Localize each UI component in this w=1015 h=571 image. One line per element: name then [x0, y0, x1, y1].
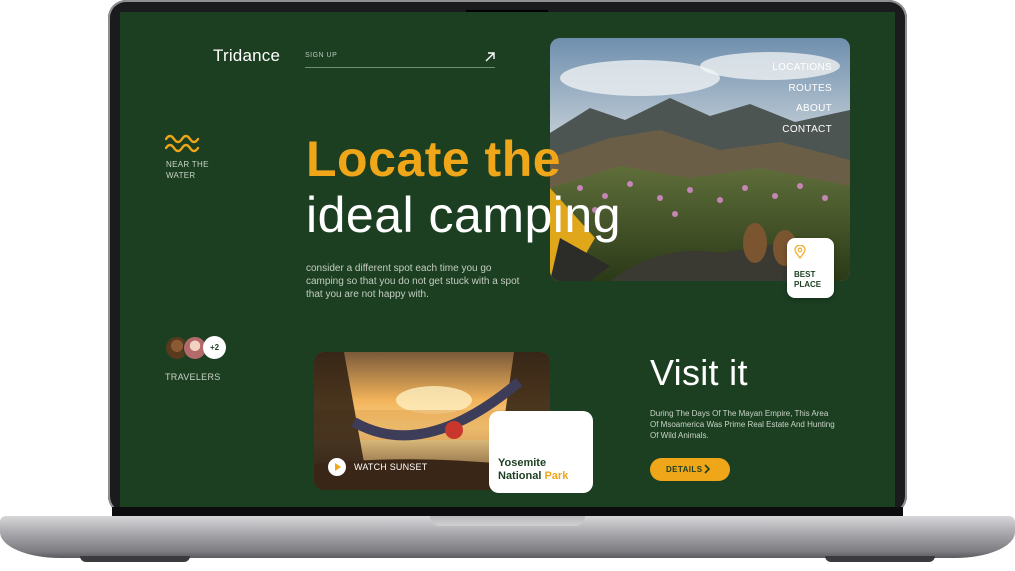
laptop-foot-right — [825, 556, 935, 562]
traveler-avatars[interactable]: +2 — [165, 336, 245, 360]
location-pin-icon — [794, 245, 806, 259]
nav-item-routes[interactable]: ROUTES — [772, 79, 832, 100]
best-place-label: BEST PLACE — [794, 270, 822, 289]
visit-title: Visit it — [650, 352, 748, 393]
signup-link[interactable]: SIGN UP — [305, 52, 337, 59]
waves-icon — [165, 134, 200, 153]
location-line-2: National — [498, 470, 545, 482]
arrow-up-right-icon[interactable] — [484, 51, 496, 63]
chevron-right-icon — [704, 464, 711, 474]
details-button-label: DETAILS — [666, 465, 703, 474]
location-name: Yosemite National Park — [498, 457, 590, 483]
location-line-2-accent: Park — [544, 470, 569, 482]
location-line-1: Yosemite — [498, 457, 547, 469]
headline-line-1: Locate the — [306, 131, 562, 187]
details-button[interactable]: DETAILS — [650, 458, 730, 481]
laptop-groove — [430, 516, 585, 526]
signup-underline — [305, 67, 495, 68]
travelers-label: TRAVELERS — [165, 372, 221, 382]
nav-item-contact[interactable]: CONTACT — [772, 120, 832, 141]
play-button[interactable] — [328, 458, 346, 476]
headline-line-2: ideal camping — [306, 187, 622, 243]
brand-logo[interactable]: Tridance — [213, 46, 280, 66]
more-travelers-badge[interactable]: +2 — [203, 336, 226, 359]
website-screen: Tridance SIGN UP NEAR THE WATER LOCATION… — [120, 12, 895, 507]
best-place-card[interactable]: BEST PLACE — [787, 238, 834, 298]
nav-item-locations[interactable]: LOCATIONS — [772, 58, 832, 79]
feature-label: NEAR THE WATER — [166, 160, 209, 180]
watch-sunset-label[interactable]: WATCH SUNSET — [354, 462, 427, 472]
hero-description: consider a different spot each time you … — [306, 263, 520, 300]
play-icon — [335, 463, 341, 471]
location-card[interactable]: Yosemite National Park — [489, 411, 593, 493]
visit-description: During The Days Of The Mayan Empire, Thi… — [650, 409, 835, 440]
nav-item-about[interactable]: ABOUT — [772, 99, 832, 120]
laptop-foot-left — [80, 556, 190, 562]
main-nav: LOCATIONS ROUTES ABOUT CONTACT — [772, 58, 832, 140]
